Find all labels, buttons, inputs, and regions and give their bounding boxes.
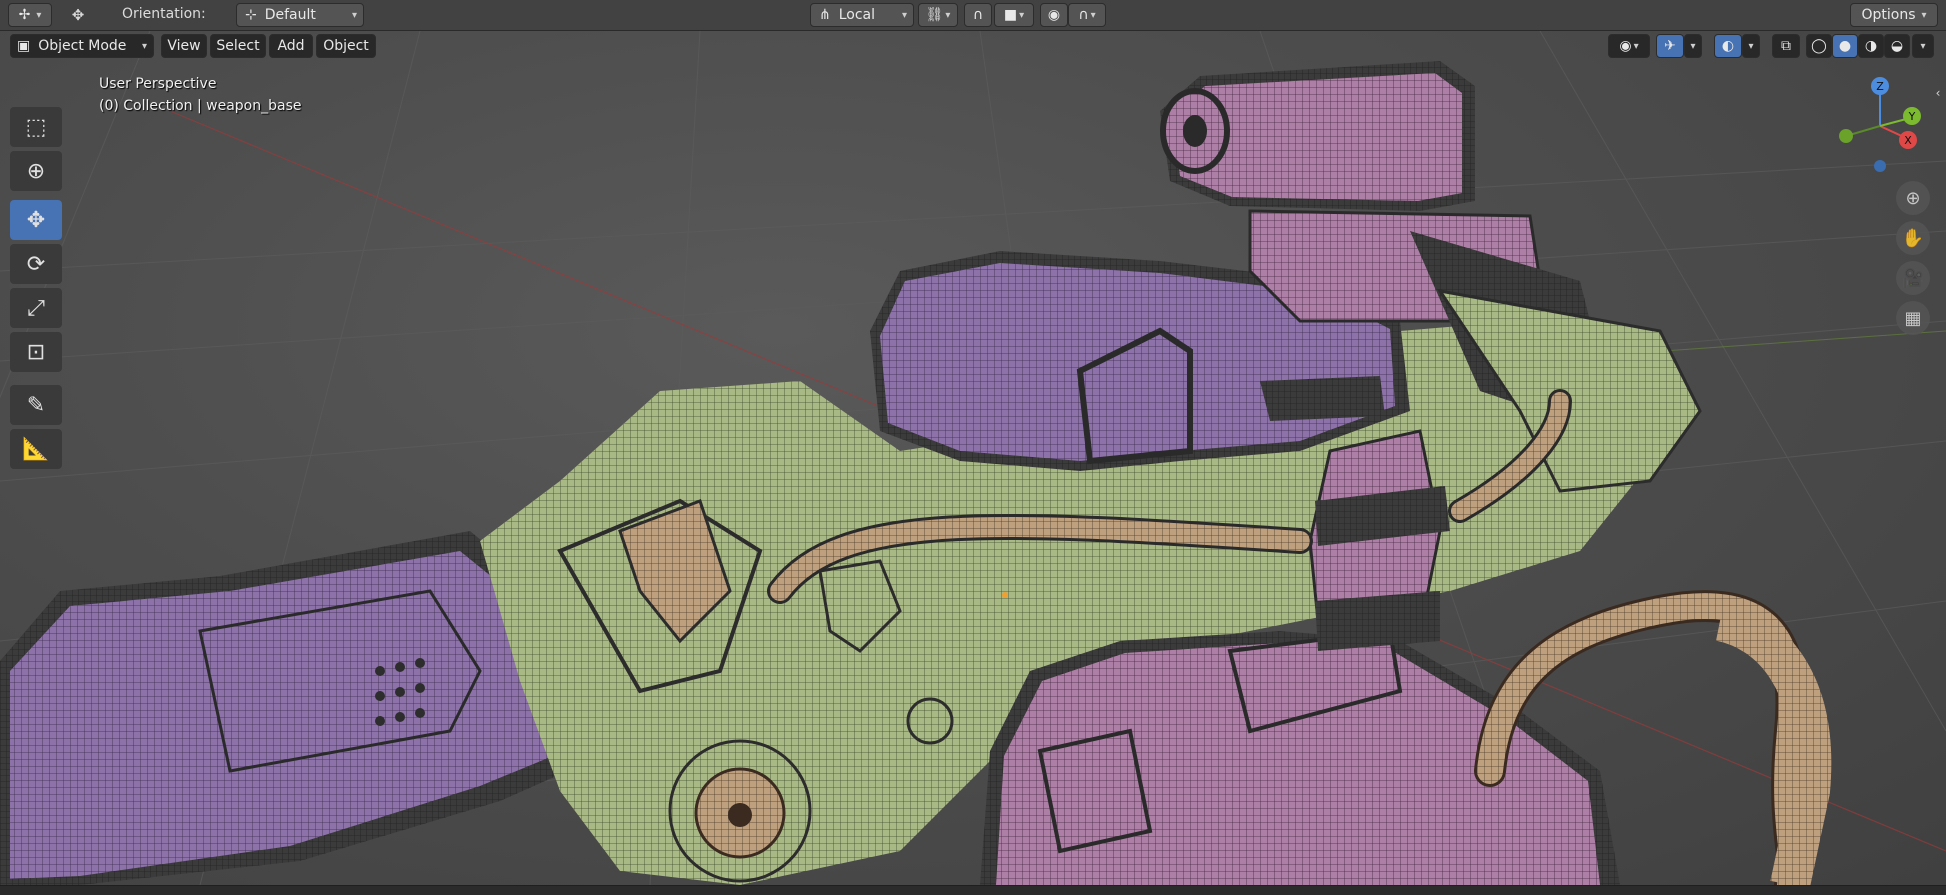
wireframe-sphere-icon: ◯	[1811, 38, 1827, 54]
overlays-icon: ◐	[1721, 38, 1735, 54]
xray-icon: ⧉	[1781, 38, 1791, 54]
move-tool-icon: ✥	[26, 207, 46, 233]
options-label: Options	[1861, 7, 1916, 23]
solid-shading-button[interactable]: ●	[1832, 34, 1858, 58]
annotate-tool[interactable]: ✎	[10, 385, 62, 425]
mode-value: Object Mode	[38, 38, 127, 54]
transform-tool[interactable]: ⊡	[10, 332, 62, 372]
link-icon: ⛓	[925, 7, 944, 23]
scale-icon: ⤢	[27, 295, 45, 321]
perspective-button[interactable]: ▦	[1896, 301, 1930, 335]
select-box-tool[interactable]: ⬚	[10, 107, 62, 147]
sidebar-toggle-icon[interactable]: ‹	[1930, 81, 1946, 105]
falloff-curve-icon: ∩	[1078, 7, 1089, 23]
object-origin	[1002, 592, 1008, 598]
square-icon: ■	[1003, 7, 1018, 23]
editor-type-menu[interactable]: ✢ ▾	[8, 3, 52, 27]
view-menu[interactable]: View	[161, 34, 207, 58]
move-icon[interactable]: ✥	[66, 3, 90, 27]
hand-icon: ✋	[1901, 227, 1925, 249]
grid-icon: ▦	[1904, 307, 1922, 329]
transform-pivot-dropdown[interactable]: ⋔ Local ▾	[810, 3, 914, 27]
scale-tool[interactable]: ⤢	[10, 288, 62, 328]
3d-viewport[interactable]: ▣ Object Mode ▾ View Select Add Object ◉…	[0, 31, 1946, 885]
gizmo-neg-z-axis	[1874, 160, 1886, 172]
options-dropdown[interactable]: Options ▾	[1850, 3, 1938, 27]
rotate-icon: ⟳	[26, 251, 46, 277]
gizmo-dropdown[interactable]: ▾	[1684, 34, 1702, 58]
viewport-scene	[0, 31, 1946, 885]
camera-icon: 🎥	[1901, 267, 1925, 289]
collection-info: (0) Collection | weapon_base	[99, 98, 302, 114]
xray-toggle[interactable]: ⧉	[1772, 34, 1800, 58]
tool-settings-header: ✢ ▾ ✥ Orientation: ⊹ Default ▾ ⋔ Local ▾ …	[0, 0, 1946, 31]
gizmo-icon: ✈	[1664, 38, 1676, 54]
material-sphere-icon: ◑	[1864, 38, 1878, 54]
cursor-icon: ⊕	[26, 158, 46, 184]
wireframe-shading-button[interactable]: ◯	[1806, 34, 1832, 58]
gizmo-neg-y-axis	[1839, 129, 1853, 143]
ruler-icon: 📐	[22, 436, 50, 462]
orientation-label: Orientation:	[122, 6, 206, 22]
object-menu[interactable]: Object	[316, 34, 376, 58]
view-name: User Perspective	[99, 76, 217, 92]
rendered-sphere-icon: ◒	[1890, 38, 1904, 54]
snap-element-dropdown[interactable]: ■ ▾	[994, 3, 1034, 27]
snap-toggle[interactable]: ∩	[964, 3, 992, 27]
pivot-value: Local	[838, 7, 876, 23]
transform-gizmo-icon: ✢	[18, 7, 31, 23]
gizmo-y-label: Y	[1908, 110, 1916, 123]
gizmo-toggle[interactable]: ✈	[1656, 34, 1684, 58]
pivot-icon: ⋔	[819, 7, 831, 23]
rendered-shading-button[interactable]: ◒	[1884, 34, 1910, 58]
measure-tool[interactable]: 📐	[10, 429, 62, 469]
orientation-value: Default	[264, 7, 316, 23]
material-shading-button[interactable]: ◑	[1858, 34, 1884, 58]
overlays-dropdown[interactable]: ▾	[1742, 34, 1760, 58]
gizmo-x-label: X	[1904, 134, 1912, 147]
gizmo-z-label: Z	[1876, 80, 1884, 93]
falloff-dropdown[interactable]: ∩ ▾	[1068, 3, 1106, 27]
proportional-icon: ◉	[1047, 7, 1061, 23]
snap-target-dropdown[interactable]: ⛓ ▾	[918, 3, 958, 27]
cursor-tool[interactable]: ⊕	[10, 151, 62, 191]
pan-button[interactable]: ✋	[1896, 221, 1930, 255]
orientation-icon: ⊹	[245, 7, 257, 23]
camera-button[interactable]: 🎥	[1896, 261, 1930, 295]
select-menu[interactable]: Select	[210, 34, 266, 58]
mode-dropdown[interactable]: ▣ Object Mode ▾	[10, 34, 154, 58]
overlays-toggle[interactable]: ◐	[1714, 34, 1742, 58]
solid-sphere-icon: ●	[1838, 38, 1852, 54]
shading-dropdown[interactable]: ▾	[1912, 34, 1934, 58]
add-menu[interactable]: Add	[269, 34, 313, 58]
rotate-tool[interactable]: ⟳	[10, 244, 62, 284]
select-box-icon: ⬚	[25, 114, 47, 140]
zoom-button[interactable]: ⊕	[1896, 181, 1930, 215]
object-mode-icon: ▣	[17, 38, 31, 54]
move-tool[interactable]: ✥	[10, 200, 62, 240]
navigation-gizmo[interactable]: Z X Y	[1836, 74, 1926, 174]
transform-icon: ⊡	[26, 339, 46, 365]
zoom-icon: ⊕	[1905, 187, 1921, 209]
proportional-edit-toggle[interactable]: ◉	[1040, 3, 1068, 27]
eye-icon: ◉	[1619, 38, 1632, 54]
magnet-icon: ∩	[972, 7, 984, 23]
visibility-dropdown[interactable]: ◉ ▾	[1608, 34, 1650, 58]
pencil-icon: ✎	[26, 392, 46, 418]
orientation-dropdown[interactable]: ⊹ Default ▾	[236, 3, 364, 27]
